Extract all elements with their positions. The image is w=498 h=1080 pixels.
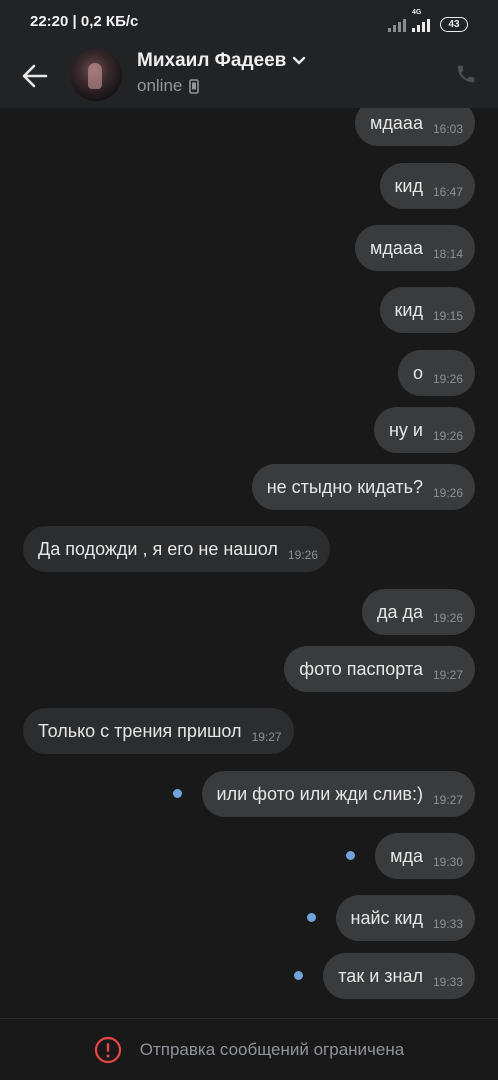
incoming-message[interactable]: Да подожди , я его не нашол 19:26 xyxy=(23,526,330,572)
message-text: ну и xyxy=(388,419,423,440)
outgoing-message[interactable]: мдааа 16:03 xyxy=(355,108,475,146)
outgoing-message[interactable]: да да 19:26 xyxy=(361,589,475,635)
signal-strength-icon xyxy=(412,18,430,32)
back-arrow-icon xyxy=(22,64,48,88)
outgoing-message[interactable]: или фото или жди слив:) 19:27 xyxy=(201,771,475,817)
contact-status-row: online xyxy=(137,76,200,96)
contact-status: online xyxy=(137,76,183,95)
message-text: или фото или жди слив:) xyxy=(216,783,423,804)
message-time: 16:03 xyxy=(432,122,463,136)
message-text: мдааа xyxy=(370,112,423,133)
unread-dot xyxy=(307,913,316,922)
message-text: Только с трения пришол xyxy=(38,720,242,741)
outgoing-message[interactable]: мдааа 18:14 xyxy=(355,225,475,271)
message-time: 19:26 xyxy=(432,429,463,443)
back-button[interactable] xyxy=(14,56,56,96)
message-text: да да xyxy=(376,601,423,622)
unread-dot xyxy=(294,971,303,980)
status-icons: 4G 43 xyxy=(388,9,468,32)
chevron-down-icon xyxy=(293,56,306,65)
message-text: кид xyxy=(394,175,423,196)
alert-circle-icon xyxy=(94,1036,121,1063)
message-text: мда xyxy=(390,845,423,866)
message-list[interactable]: мдааа 16:03 кид 16:47 мдааа 18:14 кид 19:15 о 19:… xyxy=(0,108,498,1018)
network-signal: 4G xyxy=(412,9,430,32)
status-time: 22:20 | 0,2 КБ/с xyxy=(30,13,139,30)
outgoing-message[interactable]: найс кид 19:33 xyxy=(335,895,475,941)
message-text: фото паспорта xyxy=(299,658,423,679)
message-time: 19:27 xyxy=(251,730,282,744)
message-text: мдааа xyxy=(370,237,423,258)
incoming-message[interactable]: Только с трения пришол 19:27 xyxy=(23,708,294,754)
restricted-notice: Отправка сообщений ограничена xyxy=(139,1039,405,1059)
battery-level: 43 xyxy=(448,19,460,30)
outgoing-message[interactable]: фото паспорта 19:27 xyxy=(284,646,475,692)
outgoing-message[interactable]: так и знал 19:33 xyxy=(323,953,475,999)
contact-name-row[interactable]: Михаил Фадеев xyxy=(137,50,306,72)
phone-device-icon xyxy=(189,78,200,94)
contact-name: Михаил Фадеев xyxy=(137,50,287,71)
outgoing-message[interactable]: ну и 19:26 xyxy=(373,407,475,453)
outgoing-message[interactable]: кид 16:47 xyxy=(379,163,475,209)
message-time: 19:27 xyxy=(432,793,463,807)
outgoing-message[interactable]: о 19:26 xyxy=(397,350,475,396)
avatar[interactable] xyxy=(70,49,122,101)
outgoing-message[interactable]: кид 19:15 xyxy=(379,287,475,333)
message-time: 19:26 xyxy=(287,548,318,562)
message-text: не стыдно кидать? xyxy=(266,476,423,497)
message-time: 19:33 xyxy=(432,917,463,931)
message-time: 18:14 xyxy=(432,247,463,261)
message-text: о xyxy=(412,362,423,383)
message-text: Да подожди , я его не нашол xyxy=(38,538,278,559)
message-time: 19:27 xyxy=(432,668,463,682)
call-button[interactable] xyxy=(452,60,480,88)
unread-dot xyxy=(173,789,182,798)
message-time: 19:26 xyxy=(432,611,463,625)
status-bar: 22:20 | 0,2 КБ/с 4G 43 xyxy=(0,0,498,44)
message-text: так и знал xyxy=(338,965,423,986)
battery-icon: 43 xyxy=(440,17,468,32)
unread-dot xyxy=(346,851,355,860)
message-time: 16:47 xyxy=(432,185,463,199)
outgoing-message[interactable]: не стыдно кидать? 19:26 xyxy=(251,464,475,510)
message-text: найс кид xyxy=(350,907,423,928)
network-label: 4G xyxy=(412,9,422,16)
message-time: 19:26 xyxy=(432,372,463,386)
chat-header: Михаил Фадеев online xyxy=(0,44,498,108)
message-text: кид xyxy=(394,299,423,320)
outgoing-message[interactable]: мда 19:30 xyxy=(375,833,475,879)
messaging-restricted-bar: Отправка сообщений ограничена xyxy=(0,1018,498,1080)
message-time: 19:33 xyxy=(432,975,463,989)
message-time: 19:30 xyxy=(432,855,463,869)
message-time: 19:15 xyxy=(432,309,463,323)
signal-icon xyxy=(388,18,406,32)
message-time: 19:26 xyxy=(432,486,463,500)
phone-call-icon xyxy=(457,65,475,83)
